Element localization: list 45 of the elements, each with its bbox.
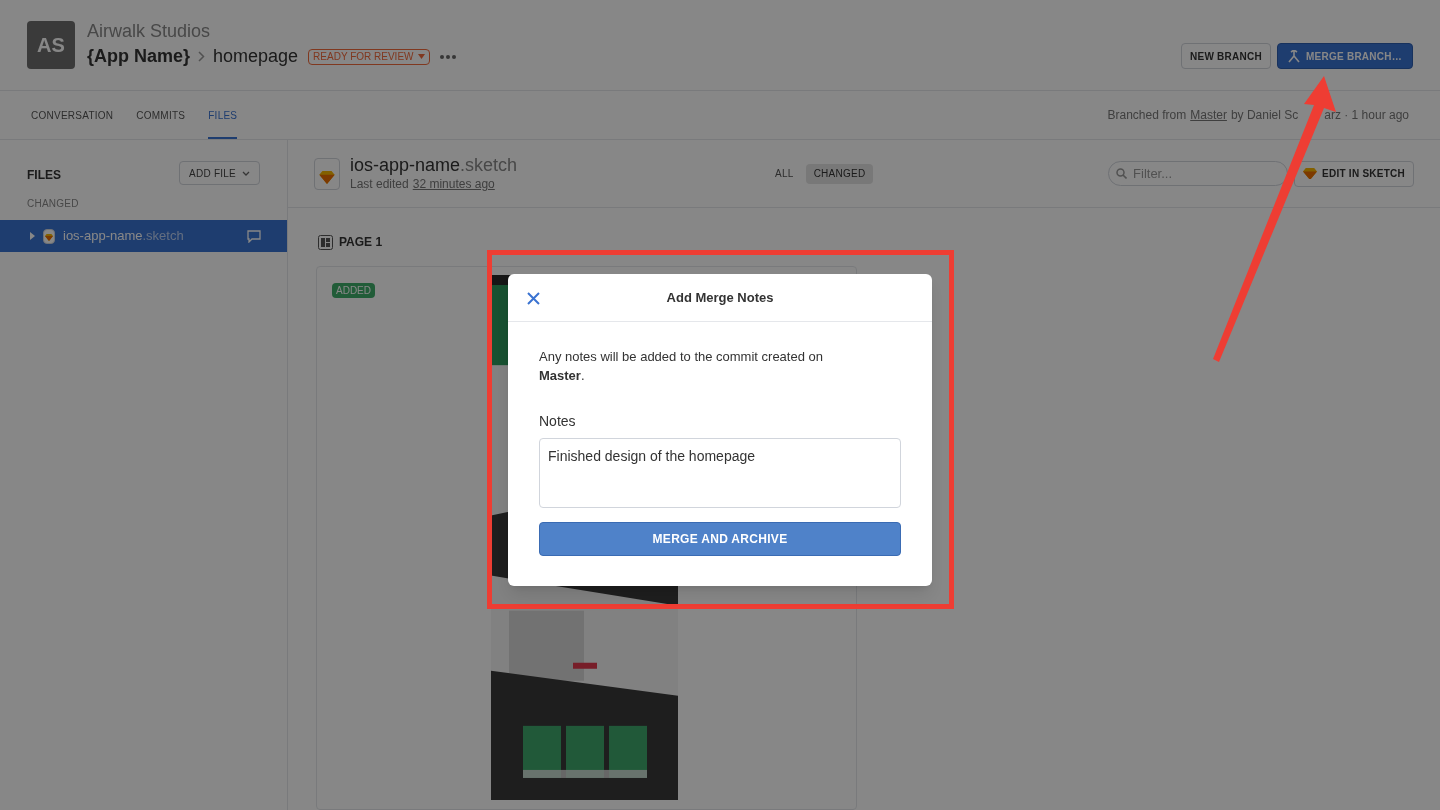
file-title: ios-app-name.sketch [350, 154, 518, 175]
file-list-item[interactable]: ios-app-name.sketch [0, 220, 287, 252]
caret-icon [417, 54, 425, 59]
branched-from-label: Branched from [1107, 107, 1187, 124]
status-dropdown[interactable]: READY FOR REVIEW [308, 48, 430, 65]
merge-and-archive-button[interactable]: MERGE AND ARCHIVE [539, 522, 901, 556]
file-name: ios-app-name.sketch [63, 227, 184, 246]
chevron-down-icon [242, 170, 250, 176]
comment-icon[interactable] [247, 229, 261, 243]
pages-icon [318, 234, 333, 250]
master-link[interactable]: Master [1190, 106, 1227, 124]
branch-time: arz · 1 hour ago [1324, 107, 1409, 124]
new-branch-button[interactable]: NEW BRANCH [1181, 43, 1271, 69]
branch-name: homepage [213, 45, 299, 68]
dialog-title: Add Merge Notes [666, 288, 774, 307]
filter-toggle[interactable]: CHANGED [805, 163, 874, 184]
expand-triangle-icon[interactable] [30, 232, 35, 240]
filter-toggle[interactable]: ALL [767, 163, 802, 184]
tab[interactable]: FILES [208, 91, 238, 139]
last-edited-label: Last edited [350, 175, 409, 193]
changed-heading: CHANGED [26, 197, 80, 211]
sketch-file-icon [314, 157, 340, 190]
added-badge: ADDED [332, 283, 375, 298]
chevron-right-icon [198, 51, 206, 62]
search-icon [1116, 168, 1128, 179]
files-heading: FILES [27, 167, 61, 184]
page-title: PAGE 1 [339, 234, 383, 251]
org-name: Airwalk Studios [87, 20, 212, 42]
merge-icon [1287, 49, 1300, 63]
tab[interactable]: CONVERSATION [31, 91, 114, 139]
merge-branch-button[interactable]: MERGE BRANCH… [1276, 43, 1413, 69]
notes-label: Notes [539, 412, 577, 431]
tab[interactable]: COMMITS [136, 91, 186, 139]
notes-field[interactable]: Finished design of the homepage [539, 438, 901, 508]
branch-author: by Daniel Sc [1230, 107, 1299, 124]
gem-icon [1303, 167, 1318, 180]
org-avatar: AS [27, 21, 75, 69]
more-icon[interactable] [439, 54, 456, 59]
dialog-message: Any notes will be added to the commit created on Master. [539, 348, 824, 385]
project-name[interactable]: {App Name} [87, 43, 191, 70]
last-edited-link[interactable]: 32 minutes ago [412, 174, 495, 193]
close-button[interactable] [525, 290, 541, 306]
add-file-button[interactable]: ADD FILE [179, 161, 260, 185]
sketch-file-icon [43, 228, 55, 244]
close-icon [526, 291, 540, 305]
